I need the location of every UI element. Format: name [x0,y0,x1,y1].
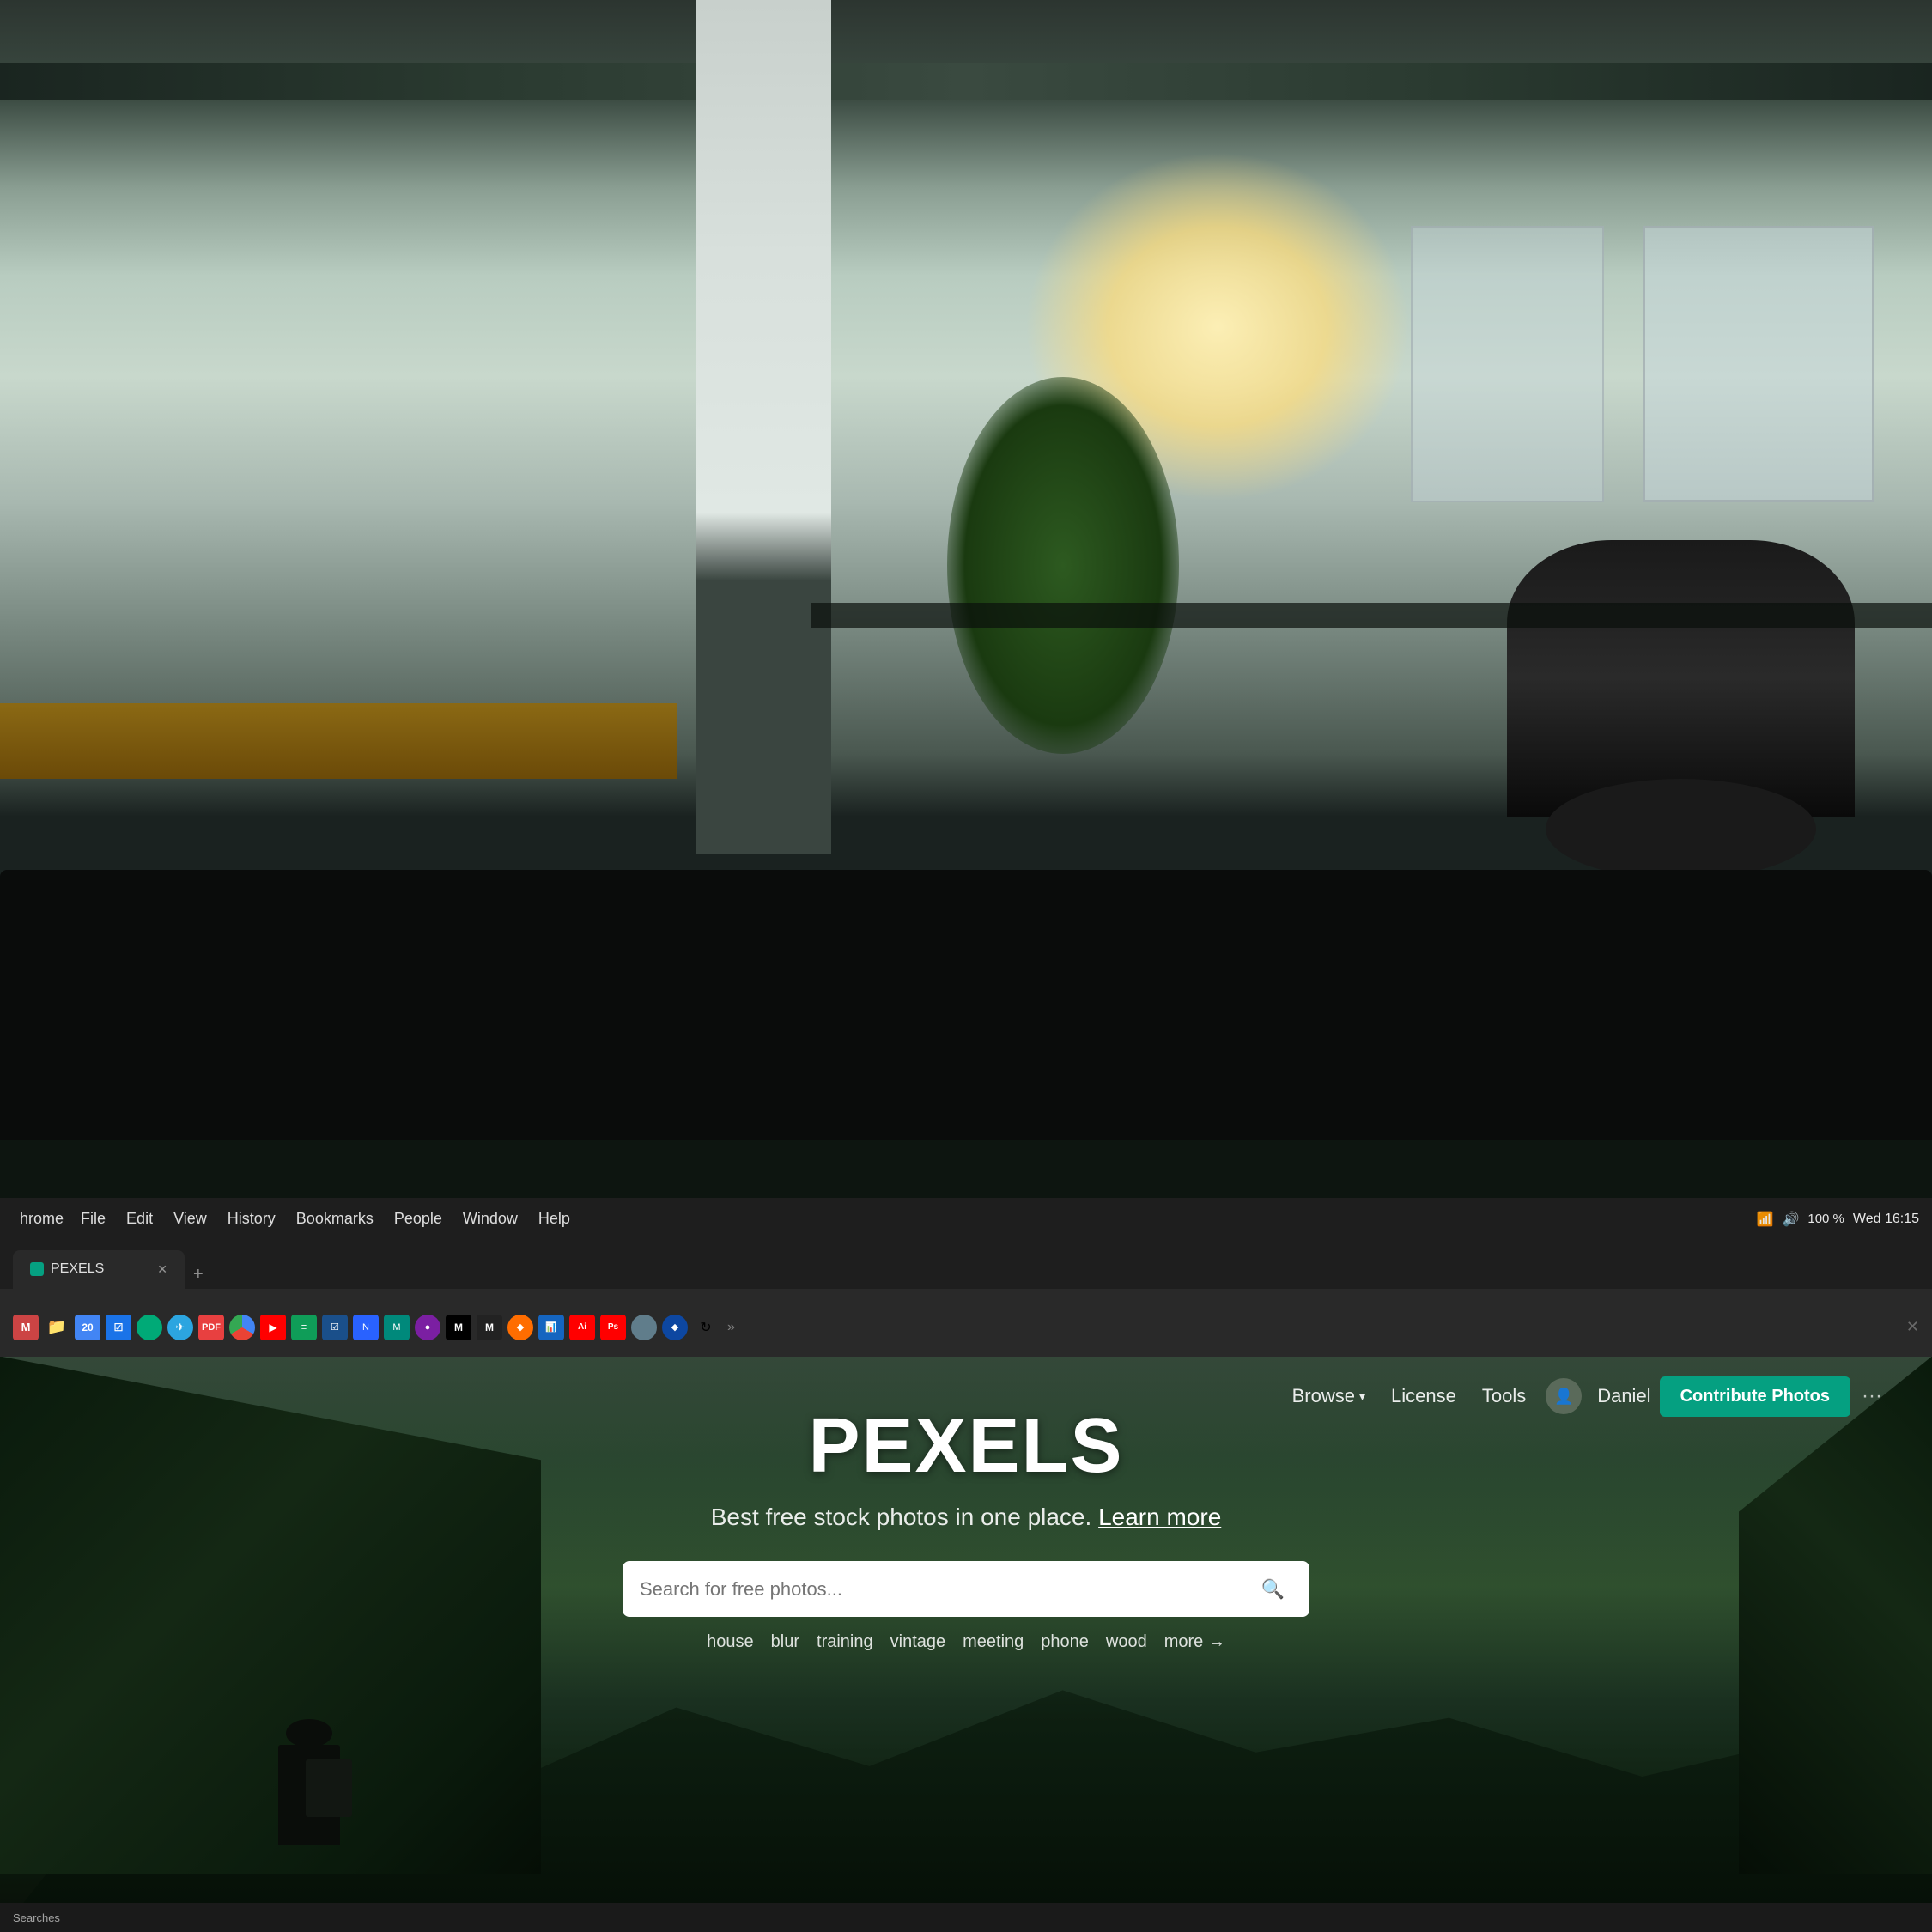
tab-close-icon[interactable]: ✕ [157,1262,167,1277]
search-container: 🔍 house blur training vintage meeting ph… [623,1561,1309,1652]
browser-tab-pexels[interactable]: PEXELS ✕ [13,1250,185,1289]
ext-grey[interactable] [631,1315,657,1340]
gmail-icon[interactable]: M [13,1315,39,1340]
search-tag-meeting[interactable]: meeting [963,1632,1024,1652]
nav-user-name[interactable]: Daniel [1589,1378,1659,1414]
wifi-icon: 📶 [1757,1211,1774,1228]
menu-item-chrome: hrome [13,1206,70,1231]
ext-adobe2[interactable]: Ps [600,1315,626,1340]
ext-teal[interactable]: M [384,1315,410,1340]
hero-content: PEXELS Best free stock photos in one pla… [0,1402,1932,1652]
chrome-icon[interactable] [229,1315,255,1340]
person-backpack [306,1759,352,1817]
search-input[interactable] [640,1578,1245,1601]
status-text: Searches [13,1911,60,1924]
ext-purple[interactable]: ● [415,1315,440,1340]
menu-item-edit[interactable]: Edit [116,1206,163,1231]
menu-item-history[interactable]: History [217,1206,286,1231]
search-submit-button[interactable]: 🔍 [1254,1570,1292,1608]
system-icons: 📶 🔊 100 % Wed 16:15 [1757,1211,1919,1228]
bookmark-bar: M 📁 20 ☑ ✈ PDF ▶ ≡ ☑ N M ● M M ◆ 📊 Ai Ps… [0,1298,1932,1357]
ext-blue1[interactable]: ☑ [322,1315,348,1340]
ext-medium2[interactable]: M [477,1315,502,1340]
ext-orange[interactable]: ◆ [507,1315,533,1340]
calendar-icon[interactable]: 20 [75,1315,100,1340]
pexels-nav: Browse ▾ License Tools 👤 Daniel Contribu… [0,1357,1932,1437]
menu-item-bookmarks[interactable]: Bookmarks [286,1206,384,1231]
menu-right: 📶 🔊 100 % Wed 16:15 [1757,1211,1919,1228]
contribute-photos-button[interactable]: Contribute Photos [1660,1376,1850,1417]
desk [0,703,677,779]
battery-icon: 100 % [1807,1212,1844,1226]
search-bar: 🔍 [623,1561,1309,1617]
person-silhouette [232,1702,386,1846]
hero-tagline: Best free stock photos in one place. Lea… [711,1504,1222,1531]
todo-icon[interactable]: ☑ [106,1315,131,1340]
search-tag-training[interactable]: training [817,1632,873,1652]
ext-chart[interactable]: 📊 [538,1315,564,1340]
sound-icon: 🔊 [1782,1211,1799,1228]
ext-blue2[interactable]: N [353,1315,379,1340]
pdf-icon[interactable]: PDF [198,1315,224,1340]
nav-browse[interactable]: Browse ▾ [1279,1378,1378,1414]
nav-more-button[interactable]: ··· [1855,1377,1889,1415]
nav-tools[interactable]: Tools [1469,1378,1539,1414]
ext-medium[interactable]: M [446,1315,471,1340]
telegram-icon[interactable]: ✈ [167,1315,193,1340]
tab-favicon [30,1262,44,1276]
ext-red-adobe[interactable]: Ai [569,1315,595,1340]
search-tag-phone[interactable]: phone [1041,1632,1089,1652]
menu-item-file[interactable]: File [70,1206,116,1231]
chair [1507,540,1855,817]
monitor-frame [0,1140,1932,1199]
column [696,0,831,854]
learn-more-link[interactable]: Learn more [1098,1504,1221,1530]
menu-item-people[interactable]: People [384,1206,453,1231]
search-tag-blur[interactable]: blur [771,1632,799,1652]
nav-license[interactable]: License [1378,1378,1469,1414]
sheets-icon[interactable]: ≡ [291,1315,317,1340]
menu-item-window[interactable]: Window [453,1206,528,1231]
search-tag-wood[interactable]: wood [1106,1632,1147,1652]
drive-icon[interactable]: 📁 [44,1315,70,1340]
browse-chevron: ▾ [1359,1389,1365,1404]
close-x[interactable]: ✕ [1906,1318,1919,1336]
nav-avatar[interactable]: 👤 [1546,1378,1582,1414]
menu-item-help[interactable]: Help [528,1206,580,1231]
tab-title: PEXELS [51,1261,104,1277]
new-tab-icon[interactable]: + [193,1265,204,1285]
person-head [286,1719,332,1748]
search-tags: house blur training vintage meeting phon… [623,1632,1309,1652]
search-tag-house[interactable]: house [707,1632,754,1652]
youtube-icon[interactable]: ▶ [260,1315,286,1340]
ext-spinner[interactable]: ↻ [693,1315,719,1340]
status-bar: Searches [0,1903,1932,1932]
menu-bar: hrome File Edit View History Bookmarks P… [0,1198,1932,1241]
plant [947,377,1179,754]
search-tag-vintage[interactable]: vintage [890,1632,946,1652]
menu-item-view[interactable]: View [163,1206,217,1231]
search-tag-more[interactable]: more → [1164,1632,1225,1652]
clock: Wed 16:15 [1853,1212,1919,1227]
extensions-overflow[interactable]: » [727,1320,735,1335]
website-content: Browse ▾ License Tools 👤 Daniel Contribu… [0,1357,1932,1932]
search-icon: 🔍 [1261,1578,1285,1601]
tab-bar: PEXELS ✕ + [0,1241,1932,1289]
ext-green[interactable] [137,1315,162,1340]
ext-dark-blue[interactable]: ◆ [662,1315,688,1340]
